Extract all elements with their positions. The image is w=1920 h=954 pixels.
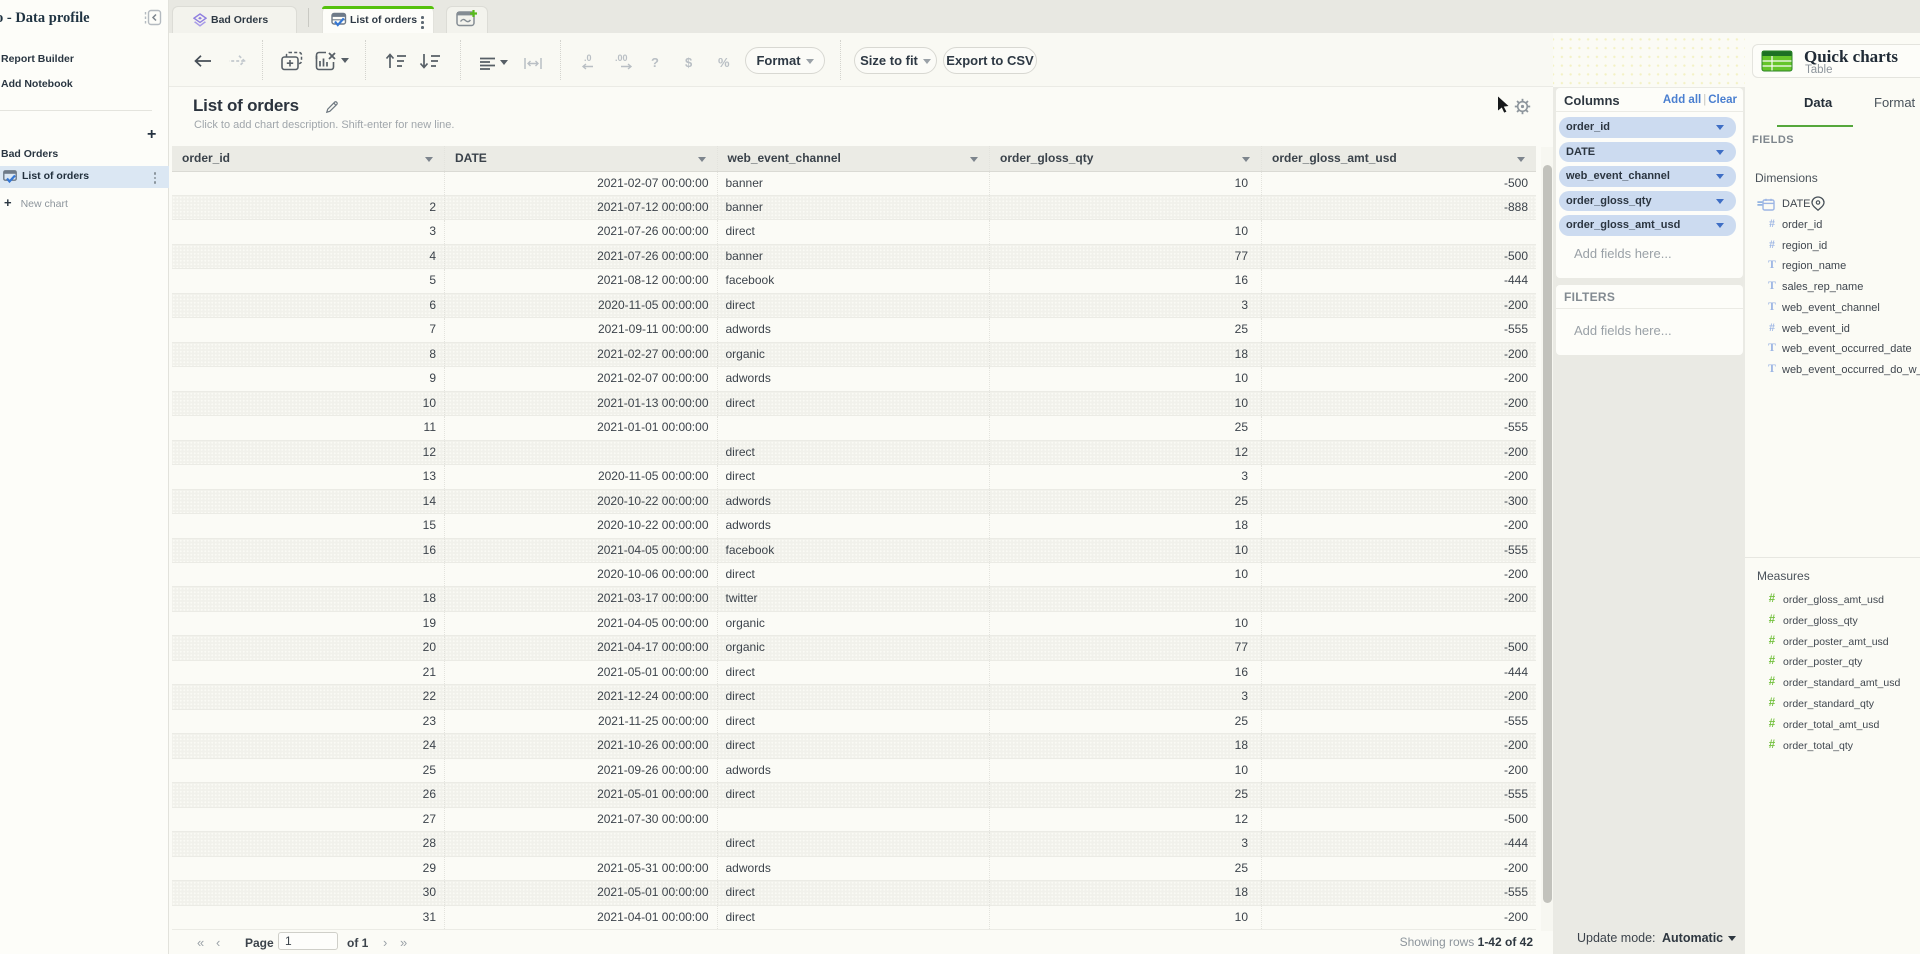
svg-text:.00: .00 [615, 53, 628, 63]
svg-text:.0: .0 [584, 53, 592, 63]
